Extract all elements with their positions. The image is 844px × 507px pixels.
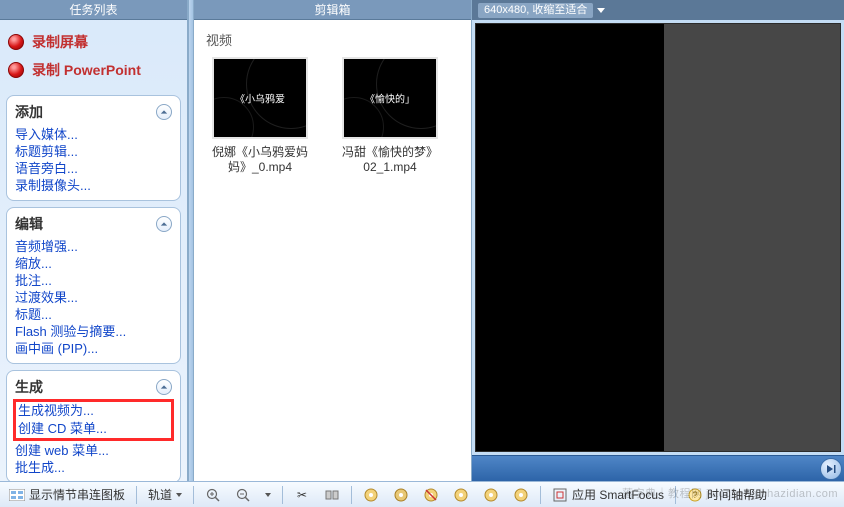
scissors-icon: ✂ [294,487,310,503]
voice-narration-link[interactable]: 语音旁白... [15,160,172,177]
tool-button-4[interactable] [448,484,474,506]
callouts-link[interactable]: 批注... [15,272,172,289]
preview-size-info[interactable]: 640x480, 收缩至适合 [478,3,593,18]
disc-icon [423,487,439,503]
record-powerpoint-button[interactable]: 录制 PowerPoint [6,56,181,84]
clip-item[interactable]: 《小乌鸦爱 倪娜《小乌鸦爱妈 妈》_0.mp4 [206,57,314,175]
record-actions: 录制屏幕 录制 PowerPoint [0,20,187,92]
panel-add: 添加 导入媒体... 标题剪辑... 语音旁白... 录制摄像头... [6,95,181,201]
preview-toolbar: 640x480, 收缩至适合 [472,0,844,20]
preview-video-area [476,24,664,451]
track-dropdown[interactable]: 轨道 [143,483,187,506]
dropdown-icon [176,493,182,497]
clip-bin: 剪辑箱 视频 《小乌鸦爱 倪娜《小乌鸦爱妈 妈》_0.mp4 《愉快的」 [194,0,472,481]
sidebar-title: 任务列表 [0,0,187,20]
panel-add-title: 添加 [15,102,43,122]
record-screen-button[interactable]: 录制屏幕 [6,28,181,56]
collapse-button[interactable] [156,104,172,120]
next-button[interactable] [820,458,842,480]
zoom-link[interactable]: 缩放... [15,255,172,272]
clip-bin-title: 剪辑箱 [194,0,471,20]
smartfocus-icon [552,487,568,503]
preview-canvas[interactable] [475,23,841,452]
clip-label: 倪娜《小乌鸦爱妈 妈》_0.mp4 [212,145,308,175]
dropdown-icon [265,493,271,497]
title-clip-link[interactable]: 标题剪辑... [15,143,172,160]
produce-video-as-link[interactable]: 生成视频为... [18,403,94,418]
zoom-in-button[interactable] [200,484,226,506]
watermark: 落字典｜教程网 jiaocheng.chazidian.com [622,485,838,501]
record-icon [8,34,24,50]
disc-icon [453,487,469,503]
audio-enhance-link[interactable]: 音频增强... [15,238,172,255]
disc-icon [483,487,499,503]
collapse-button[interactable] [156,379,172,395]
zoom-out-button[interactable] [230,484,256,506]
flash-quiz-link[interactable]: Flash 测验与摘要... [15,323,172,340]
batch-produce-link[interactable]: 批生成... [15,459,172,476]
clip-thumbnail: 《愉快的」 [342,57,438,139]
split-icon [324,487,340,503]
create-cd-menu-link[interactable]: 创建 CD 菜单... [18,421,107,436]
pip-link[interactable]: 画中画 (PIP)... [15,340,172,357]
zoom-dropdown[interactable] [260,490,276,500]
record-icon [8,62,24,78]
tool-button-5[interactable] [478,484,504,506]
disc-icon [363,487,379,503]
disc-icon [393,487,409,503]
panel-edit-title: 编辑 [15,214,43,234]
section-label: 视频 [194,20,471,53]
record-camera-link[interactable]: 录制摄像头... [15,177,172,194]
clip-label: 冯甜《愉快的梦》 02_1.mp4 [342,145,438,175]
panel-produce-title: 生成 [15,377,43,397]
dropdown-icon[interactable] [597,8,605,13]
preview-controls [472,455,844,481]
highlight-annotation: 生成视频为... 创建 CD 菜单... [13,399,174,441]
preview-pane: 640x480, 收缩至适合 [472,0,844,481]
panel-edit: 编辑 音频增强... 缩放... 批注... 过渡效果... 标题... Fla… [6,207,181,364]
import-media-link[interactable]: 导入媒体... [15,126,172,143]
transitions-link[interactable]: 过渡效果... [15,289,172,306]
zoom-out-icon [235,487,251,503]
tool-button-1[interactable] [358,484,384,506]
sidebar: 任务列表 录制屏幕 录制 PowerPoint 添加 导入媒体... 标题剪辑.… [0,0,188,481]
show-storyboard-button[interactable]: 显示情节串连图板 [4,483,130,506]
create-web-menu-link[interactable]: 创建 web 菜单... [15,442,172,459]
tool-button-2[interactable] [388,484,414,506]
collapse-button[interactable] [156,216,172,232]
zoom-in-icon [205,487,221,503]
panel-produce: 生成 生成视频为... 创建 CD 菜单... 创建 web 菜单... 批生成… [6,370,181,483]
clip-item[interactable]: 《愉快的」 冯甜《愉快的梦》 02_1.mp4 [336,57,444,175]
tool-button-3[interactable] [418,484,444,506]
split-button[interactable] [319,484,345,506]
tool-button-6[interactable] [508,484,534,506]
storyboard-icon [9,487,25,503]
captions-link[interactable]: 标题... [15,306,172,323]
clip-thumbnail: 《小乌鸦爱 [212,57,308,139]
cut-button[interactable]: ✂ [289,484,315,506]
disc-icon [513,487,529,503]
